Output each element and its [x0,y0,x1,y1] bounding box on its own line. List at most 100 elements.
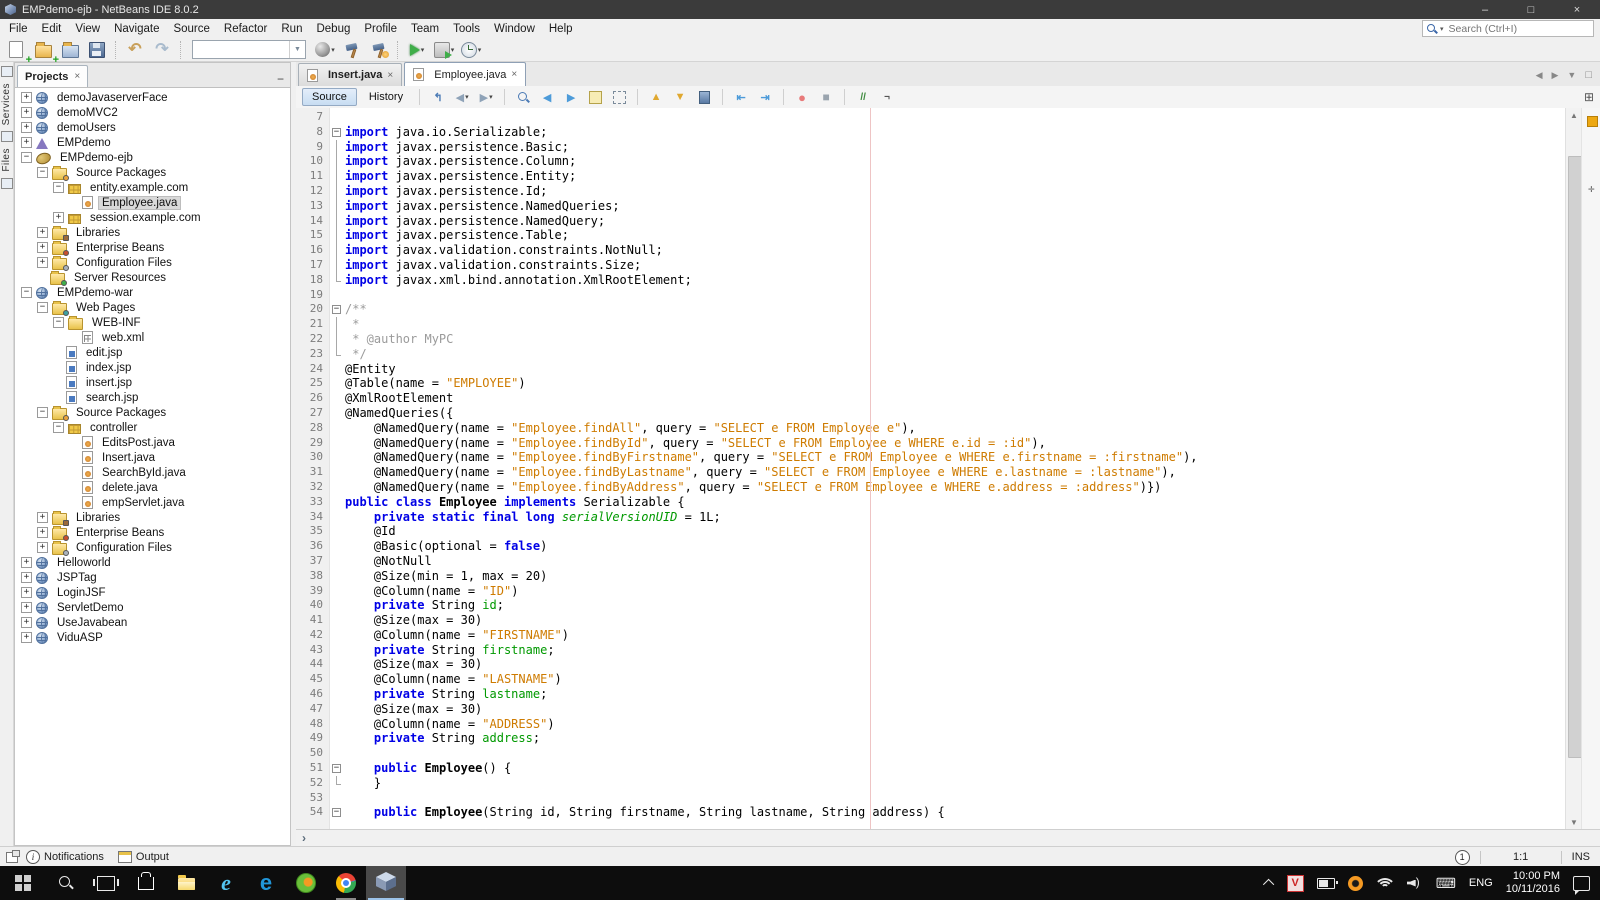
line-number[interactable]: 52 [296,776,329,791]
build-project-button[interactable] [340,39,364,61]
line-number[interactable]: 31 [296,465,329,480]
tree-item-edit-jsp[interactable]: edit.jsp [15,345,290,360]
files-icon[interactable] [0,177,13,189]
tree-item-usejavabean[interactable]: + UseJavabean [15,615,290,630]
line-number[interactable]: 42 [296,628,329,643]
tree-item-entity-example-com[interactable]: − entity.example.com [15,180,290,195]
code-line[interactable]: 35 @Id [296,524,1566,539]
maximize-button[interactable]: □ [1508,0,1554,19]
tree-item-demousers[interactable]: + demoUsers [15,120,290,135]
menu-run[interactable]: Run [274,23,309,35]
tree-item-viduasp[interactable]: + ViduASP [15,630,290,645]
source-view-button[interactable]: Source [302,88,357,106]
fold-collapse-icon[interactable]: − [329,125,345,140]
line-number[interactable]: 30 [296,450,329,465]
collapse-icon[interactable]: − [21,287,32,298]
line-number[interactable]: 22 [296,332,329,347]
code-line[interactable]: 45 @Column(name = "LASTNAME") [296,672,1566,687]
next-bookmark-button[interactable]: ▼ [670,88,690,106]
code-line[interactable]: 34 private static final long serialVersi… [296,510,1566,525]
fold-collapse-icon[interactable]: − [329,805,345,820]
code-line[interactable]: 24 @Entity [296,362,1566,377]
line-number[interactable]: 49 [296,731,329,746]
collapse-icon[interactable]: − [21,152,32,163]
fold-minus-icon[interactable]: − [332,764,341,774]
code-line[interactable]: 17 import javax.validation.constraints.Si… [296,257,1566,273]
internet-explorer-button[interactable]: e [206,866,246,900]
tree-item-web-pages[interactable]: − Web Pages [15,300,290,316]
tree-item-demomvc2[interactable]: + demoMVC2 [15,105,290,120]
collapse-icon[interactable]: − [53,422,64,433]
code-line[interactable]: 19 [296,288,1566,303]
line-number[interactable]: 43 [296,643,329,658]
code-line[interactable]: 26 @XmlRootElement [296,391,1566,406]
expand-icon[interactable]: + [21,107,32,118]
line-number[interactable]: 8 [296,125,329,140]
scrollbar-thumb[interactable] [1568,156,1582,758]
save-all-button[interactable] [85,39,109,61]
code-line[interactable]: 23 */ [296,346,1566,362]
menu-view[interactable]: View [68,23,107,35]
prev-occurrence-button[interactable]: ◀ [537,88,557,106]
line-number[interactable]: 13 [296,199,329,214]
new-project-button[interactable]: + [31,39,59,65]
expand-icon[interactable]: + [53,212,64,223]
collapse-icon[interactable]: − [53,182,64,193]
expand-icon[interactable]: + [37,512,48,523]
undo-button[interactable]: ↶ [123,39,147,61]
tree-item-libraries[interactable]: + Libraries [15,510,290,526]
line-number[interactable]: 17 [296,258,329,273]
tree-item-employee-java[interactable]: Employee.java [15,195,290,210]
code-line[interactable]: 36 @Basic(optional = false) [296,539,1566,554]
file-explorer-button[interactable] [166,866,206,900]
code-line[interactable]: 11 import javax.persistence.Entity; [296,169,1566,184]
search-dropdown-icon[interactable]: ▾ [1440,25,1444,33]
expand-icon[interactable]: + [21,557,32,568]
expand-icon[interactable]: + [21,617,32,628]
start-button[interactable] [0,866,46,900]
tree-item-empdemo-ejb[interactable]: − EMPdemo-ejb [15,150,290,167]
language-indicator[interactable]: ENG [1469,877,1493,889]
shift-line-left-button[interactable]: ⇤ [731,88,751,106]
tab-projects[interactable]: Projects × [17,65,89,87]
fold-collapse-icon[interactable]: − [329,761,345,776]
history-view-button[interactable]: History [361,89,411,105]
dock-window-icon[interactable] [6,849,20,863]
line-number[interactable]: 46 [296,687,329,702]
error-stripe[interactable]: ✛ [1581,108,1600,829]
expand-icon[interactable]: + [21,92,32,103]
code-line[interactable]: 13 import javax.persistence.NamedQueries; [296,198,1566,214]
profile-project-button[interactable]: ▾ [459,39,483,61]
line-number[interactable]: 26 [296,391,329,406]
code-line[interactable]: 43 private String firstname; [296,643,1566,658]
code-line[interactable]: 44 @Size(max = 30) [296,657,1566,672]
expand-icon[interactable]: + [21,137,32,148]
tree-item-empdemo-war[interactable]: − EMPdemo-war [15,285,290,300]
tree-item-loginjsf[interactable]: + LoginJSF [15,585,290,600]
line-number[interactable]: 53 [296,791,329,806]
code-line[interactable]: 21 * [296,317,1566,332]
tree-item-session-example-com[interactable]: + session.example.com [15,210,290,225]
tree-item-index-jsp[interactable]: index.jsp [15,360,290,375]
notifications-button[interactable]: Notifications [44,851,104,863]
line-number[interactable]: 40 [296,598,329,613]
edge-button[interactable]: e [246,866,286,900]
editor-tab-employee-java[interactable]: Employee.java × [404,62,527,86]
comment-button[interactable]: // [853,88,873,106]
code-line[interactable]: 37 @NotNull [296,554,1566,569]
find-selection-button[interactable] [513,88,533,106]
sidebar-tab-services[interactable]: Services [1,83,12,125]
line-number[interactable]: 15 [296,228,329,243]
code-line[interactable]: 53 [296,791,1566,806]
jump-last-edit-button[interactable]: ↰ [428,88,448,106]
code-line[interactable]: 29 @NamedQuery(name = "Employee.findById… [296,436,1566,451]
restore-group-icon[interactable] [0,66,13,77]
chrome-button[interactable] [326,866,366,900]
line-number[interactable]: 35 [296,524,329,539]
toggle-highlight-button[interactable] [585,88,605,106]
prev-bookmark-button[interactable]: ▲ [646,88,666,106]
tree-item-insert-jsp[interactable]: insert.jsp [15,375,290,390]
line-number[interactable]: 44 [296,657,329,672]
code-line[interactable]: 39 @Column(name = "ID") [296,584,1566,599]
wifi-icon[interactable] [1373,876,1396,890]
